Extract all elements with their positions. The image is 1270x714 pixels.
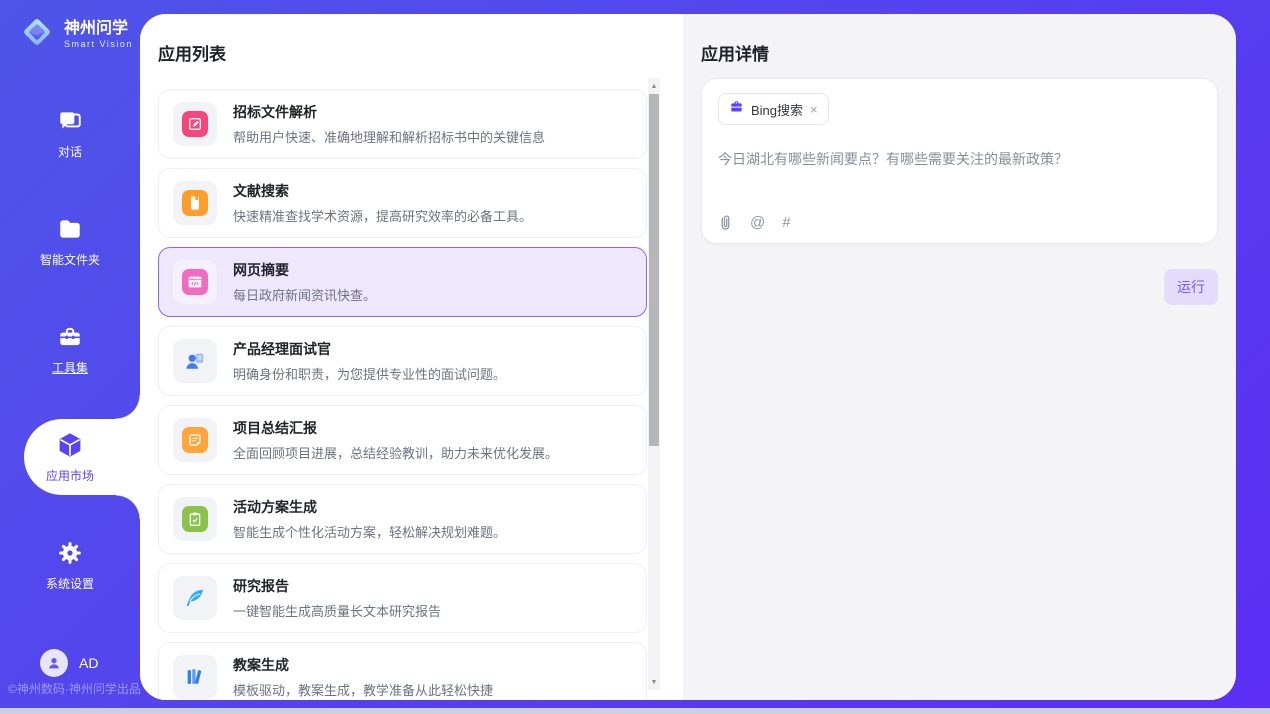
app-logo: 神州问学 Smart Vision bbox=[0, 0, 140, 56]
run-button[interactable]: 运行 bbox=[1164, 269, 1218, 305]
sidebar-item-settings[interactable]: 系统设置 bbox=[0, 511, 140, 619]
run-row: 运行 bbox=[701, 269, 1218, 305]
sidebar-item-label: 应用市场 bbox=[46, 467, 94, 484]
app-background: 神州问学 Smart Vision 对话 bbox=[0, 0, 1270, 708]
app-card-desc: 全面回顾项目进展，总结经验教训，助力未来优化发展。 bbox=[233, 443, 558, 462]
sidebar-item-app-market[interactable]: 应用市场 bbox=[0, 403, 140, 511]
sidebar-item-smart-folder[interactable]: 智能文件夹 bbox=[0, 187, 140, 295]
app-card-title: 文献搜索 bbox=[233, 181, 532, 201]
app-card-bid-parsing[interactable]: 招标文件解析 帮助用户快速、准确地理解和解析招标书中的关键信息 bbox=[158, 89, 647, 159]
tag-close-icon[interactable]: × bbox=[810, 103, 818, 116]
tool-tag-bing-search[interactable]: Bing搜索 × bbox=[718, 93, 829, 125]
quill-icon bbox=[173, 576, 217, 620]
tool-tag-label: Bing搜索 bbox=[751, 100, 803, 119]
app-card-title: 网页摘要 bbox=[233, 260, 376, 280]
app-card-title: 活动方案生成 bbox=[233, 497, 506, 517]
logo-subtitle: Smart Vision bbox=[64, 39, 133, 49]
app-list-panel: 应用列表 招标文件解析 帮助用户快速、准确地理解和解析招标书中的关键信 bbox=[140, 14, 683, 700]
books-icon bbox=[173, 655, 217, 699]
input-toolbar: @ # bbox=[718, 214, 1201, 231]
browser-code-icon bbox=[173, 260, 217, 304]
app-card-desc: 模板驱动，教案生成，教学准备从此轻松快捷 bbox=[233, 680, 493, 699]
app-card-pm-interviewer[interactable]: 产品经理面试官 明确身份和职责，为您提供专业性的面试问题。 bbox=[158, 326, 647, 396]
app-card-event-plan[interactable]: 活动方案生成 智能生成个性化活动方案，轻松解决规划难题。 bbox=[158, 484, 647, 554]
sidebar-item-toolset[interactable]: 工具集 bbox=[0, 295, 140, 403]
app-card-desc: 快速精准查找学术资源，提高研究效率的必备工具。 bbox=[233, 206, 532, 225]
book-icon bbox=[173, 181, 217, 225]
sidebar-item-label: 对话 bbox=[58, 143, 82, 160]
briefcase-icon bbox=[729, 99, 744, 119]
app-card-list: 招标文件解析 帮助用户快速、准确地理解和解析招标书中的关键信息 文献搜索 bbox=[158, 89, 647, 700]
clipboard-check-icon bbox=[173, 497, 217, 541]
query-text[interactable]: 今日湖北有哪些新闻要点？有哪些需要关注的最新政策？ bbox=[718, 149, 1201, 169]
doc-edit-icon bbox=[173, 102, 217, 146]
app-card-title: 教案生成 bbox=[233, 655, 493, 675]
app-card-title: 项目总结汇报 bbox=[233, 418, 558, 438]
main-content: 应用列表 招标文件解析 帮助用户快速、准确地理解和解析招标书中的关键信 bbox=[140, 14, 1236, 700]
app-card-web-summary[interactable]: 网页摘要 每日政府新闻资讯快查。 bbox=[158, 247, 647, 317]
scroll-down-icon[interactable]: ▼ bbox=[648, 676, 660, 688]
app-card-desc: 明确身份和职责，为您提供专业性的面试问题。 bbox=[233, 364, 506, 383]
sidebar-item-label: 智能文件夹 bbox=[40, 251, 100, 268]
app-card-project-summary[interactable]: 项目总结汇报 全面回顾项目进展，总结经验教训，助力未来优化发展。 bbox=[158, 405, 647, 475]
user-name: AD bbox=[79, 655, 98, 671]
sidebar-item-label: 系统设置 bbox=[46, 575, 94, 592]
copyright-text: ©神州数码·神州问学出品 bbox=[8, 680, 141, 697]
sidebar-item-chat[interactable]: 对话 bbox=[0, 79, 140, 187]
sidebar-item-label: 工具集 bbox=[52, 359, 88, 376]
user-account[interactable]: AD bbox=[40, 649, 98, 677]
folder-icon bbox=[56, 215, 84, 243]
app-card-title: 产品经理面试官 bbox=[233, 339, 506, 359]
app-card-title: 招标文件解析 bbox=[233, 102, 545, 122]
app-card-research-report[interactable]: 研究报告 一键智能生成高质量长文本研究报告 bbox=[158, 563, 647, 633]
cube-icon bbox=[56, 431, 84, 459]
app-card-title: 研究报告 bbox=[233, 576, 441, 596]
sidebar-nav: 对话 智能文件夹 工具集 bbox=[0, 79, 140, 619]
scroll-up-icon[interactable]: ▲ bbox=[648, 80, 660, 92]
bottom-strip bbox=[0, 708, 1270, 714]
interviewer-icon bbox=[173, 339, 217, 383]
app-detail-title: 应用详情 bbox=[701, 40, 1218, 65]
hashtag-icon[interactable]: # bbox=[782, 214, 790, 231]
logo-diamond-icon bbox=[18, 13, 56, 56]
chat-icon bbox=[56, 107, 84, 135]
gear-icon bbox=[56, 539, 84, 567]
app-card-desc: 帮助用户快速、准确地理解和解析招标书中的关键信息 bbox=[233, 127, 545, 146]
app-card-literature-search[interactable]: 文献搜索 快速精准查找学术资源，提高研究效率的必备工具。 bbox=[158, 168, 647, 238]
app-list-title: 应用列表 bbox=[158, 40, 683, 65]
attachment-icon[interactable] bbox=[718, 214, 733, 231]
query-input-card[interactable]: Bing搜索 × 今日湖北有哪些新闻要点？有哪些需要关注的最新政策？ @ # bbox=[701, 78, 1218, 244]
app-card-lesson-plan[interactable]: 教案生成 模板驱动，教案生成，教学准备从此轻松快捷 bbox=[158, 642, 647, 700]
app-list-scrollbar[interactable]: ▲ ▼ bbox=[648, 78, 660, 690]
app-detail-panel: 应用详情 Bing搜索 × 今日湖北有哪些新闻要点？有哪些需要关注的最新政策？ bbox=[683, 14, 1236, 700]
app-card-desc: 每日政府新闻资讯快查。 bbox=[233, 285, 376, 304]
toolbox-icon bbox=[56, 323, 84, 351]
mention-icon[interactable]: @ bbox=[750, 214, 765, 231]
app-card-desc: 一键智能生成高质量长文本研究报告 bbox=[233, 601, 441, 620]
app-card-desc: 智能生成个性化活动方案，轻松解决规划难题。 bbox=[233, 522, 506, 541]
scrollbar-thumb[interactable] bbox=[649, 94, 659, 446]
avatar bbox=[40, 649, 68, 677]
sidebar: 神州问学 Smart Vision 对话 bbox=[0, 0, 140, 708]
logo-title: 神州问学 bbox=[64, 20, 133, 38]
summary-note-icon bbox=[173, 418, 217, 462]
